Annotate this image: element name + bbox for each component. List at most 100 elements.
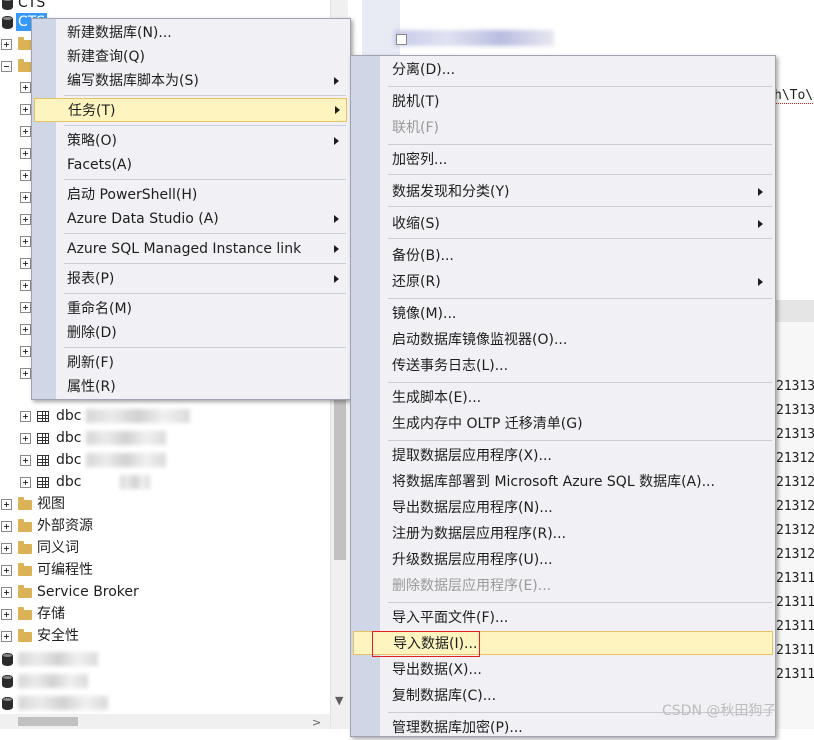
menu-item-oltp-migration-checklist[interactable]: 生成内存中 OLTP 迁移清单(G) bbox=[392, 412, 772, 436]
tree-item-database[interactable] bbox=[0, 670, 320, 692]
menu-item-bring-online[interactable]: 联机(F) bbox=[392, 116, 772, 140]
expand-icon[interactable] bbox=[20, 236, 31, 247]
expand-icon[interactable] bbox=[20, 148, 31, 159]
tree-item-label: 视图 bbox=[37, 496, 65, 512]
expand-icon[interactable] bbox=[1, 565, 12, 576]
expand-icon[interactable] bbox=[1, 499, 12, 510]
menu-item-delete-data-tier-app[interactable]: 删除数据层应用程序(E)... bbox=[392, 574, 772, 598]
menu-item-label: Facets(A) bbox=[67, 157, 132, 173]
expand-icon[interactable] bbox=[20, 82, 31, 93]
expand-icon[interactable] bbox=[20, 455, 31, 466]
expand-icon[interactable] bbox=[20, 258, 31, 269]
scrollbar-thumb[interactable] bbox=[18, 717, 78, 726]
menu-item-shrink[interactable]: 收缩(S) bbox=[392, 212, 772, 236]
folder-icon bbox=[18, 629, 32, 642]
expand-icon[interactable] bbox=[1, 609, 12, 620]
redacted-text bbox=[120, 475, 150, 489]
database-icon bbox=[2, 675, 13, 688]
menu-item-properties[interactable]: 属性(R) bbox=[67, 375, 347, 399]
menu-item-backup[interactable]: 备份(B)... bbox=[392, 244, 772, 268]
expand-icon[interactable] bbox=[20, 368, 31, 379]
table-icon bbox=[37, 433, 49, 444]
menu-item-start-powershell[interactable]: 启动 PowerShell(H) bbox=[67, 183, 347, 207]
menu-item-label: 脱机(T) bbox=[392, 94, 440, 110]
tree-item-table[interactable]: dbc bbox=[20, 405, 320, 427]
menu-item-label: 管理数据库加密(P)... bbox=[392, 720, 523, 736]
menu-item-new-query[interactable]: 新建查询(Q) bbox=[67, 45, 347, 69]
expand-icon[interactable] bbox=[20, 170, 31, 181]
menu-item-label: 策略(O) bbox=[67, 133, 117, 149]
expand-icon[interactable] bbox=[20, 302, 31, 313]
menu-item-export-data[interactable]: 导出数据(X)... bbox=[392, 658, 772, 682]
submenu-arrow-icon bbox=[334, 77, 339, 85]
tree-item-table[interactable]: dbc bbox=[20, 427, 320, 449]
expand-icon[interactable] bbox=[20, 346, 31, 357]
menu-item-rename[interactable]: 重命名(M) bbox=[67, 297, 347, 321]
redacted-text bbox=[18, 652, 98, 666]
menu-separator bbox=[64, 233, 346, 234]
expand-icon[interactable] bbox=[1, 631, 12, 642]
menu-item-data-discovery[interactable]: 数据发现和分类(Y) bbox=[392, 180, 772, 204]
menu-item-tasks[interactable]: 任务(T) bbox=[34, 98, 347, 122]
expand-icon[interactable] bbox=[20, 324, 31, 335]
tree-item-table[interactable]: dbc bbox=[20, 471, 320, 493]
menu-item-import-flat-file[interactable]: 导入平面文件(F)... bbox=[392, 606, 772, 630]
menu-item-facets[interactable]: Facets(A) bbox=[67, 153, 347, 177]
menu-item-label: 注册为数据层应用程序(R)... bbox=[392, 526, 567, 542]
menu-item-label: 启动 PowerShell(H) bbox=[67, 187, 198, 203]
tree-item-label: dbc bbox=[56, 408, 82, 424]
scroll-down-icon[interactable]: ▼ bbox=[335, 694, 343, 707]
menu-item-label: 传送事务日志(L)... bbox=[392, 358, 509, 374]
expand-icon[interactable] bbox=[20, 477, 31, 488]
menu-item-take-offline[interactable]: 脱机(T) bbox=[392, 90, 772, 114]
menu-item-export-data-tier-app[interactable]: 导出数据层应用程序(N)... bbox=[392, 496, 772, 520]
menu-item-upgrade-data-tier-app[interactable]: 升级数据层应用程序(U)... bbox=[392, 548, 772, 572]
expand-icon[interactable] bbox=[1, 521, 12, 532]
menu-item-new-database[interactable]: 新建数据库(N)... bbox=[67, 21, 347, 45]
collapse-icon[interactable] bbox=[1, 61, 12, 72]
tree-item-table[interactable]: dbc bbox=[20, 449, 320, 471]
menu-item-detach[interactable]: 分离(D)... bbox=[392, 58, 772, 82]
expand-icon[interactable] bbox=[1, 543, 12, 554]
menu-separator bbox=[388, 238, 772, 239]
tree-item-label: dbc bbox=[56, 452, 82, 468]
menu-item-azure-data-studio[interactable]: Azure Data Studio (A) bbox=[67, 207, 347, 231]
menu-item-mirroring-monitor[interactable]: 启动数据库镜像监视器(O)... bbox=[392, 328, 772, 352]
expand-icon[interactable] bbox=[20, 411, 31, 422]
collapse-icon[interactable] bbox=[396, 34, 407, 45]
expand-icon[interactable] bbox=[20, 433, 31, 444]
menu-item-ship-transaction-logs[interactable]: 传送事务日志(L)... bbox=[392, 354, 772, 378]
redacted-text bbox=[18, 696, 108, 710]
database-icon bbox=[2, 0, 13, 10]
menu-item-extract-data-tier-app[interactable]: 提取数据层应用程序(X)... bbox=[392, 444, 772, 468]
menu-item-restore[interactable]: 还原(R) bbox=[392, 270, 772, 294]
tree-item-database[interactable] bbox=[0, 648, 320, 670]
expand-icon[interactable] bbox=[20, 126, 31, 137]
tree-item-database[interactable] bbox=[0, 692, 320, 714]
expand-icon[interactable] bbox=[1, 587, 12, 598]
expand-icon[interactable] bbox=[20, 214, 31, 225]
expand-icon[interactable] bbox=[1, 39, 12, 50]
menu-item-deploy-to-azure-sql[interactable]: 将数据库部署到 Microsoft Azure SQL 数据库(A)... bbox=[392, 470, 772, 494]
expand-icon[interactable] bbox=[20, 192, 31, 203]
menu-item-azure-sql-mi-link[interactable]: Azure SQL Managed Instance link bbox=[67, 237, 347, 261]
menu-item-delete[interactable]: 删除(D) bbox=[67, 321, 347, 345]
menu-item-label: 收缩(S) bbox=[392, 216, 440, 232]
tree-item-label: 同义词 bbox=[37, 540, 79, 556]
expand-icon[interactable] bbox=[20, 104, 31, 115]
menu-item-policies[interactable]: 策略(O) bbox=[67, 129, 347, 153]
menu-item-encrypt-columns[interactable]: 加密列... bbox=[392, 148, 772, 172]
watermark: CSDN @秋田狗子 bbox=[662, 703, 777, 719]
menu-item-register-data-tier-app[interactable]: 注册为数据层应用程序(R)... bbox=[392, 522, 772, 546]
menu-item-generate-scripts[interactable]: 生成脚本(E)... bbox=[392, 386, 772, 410]
scroll-right-icon[interactable]: > bbox=[312, 716, 321, 729]
menu-separator bbox=[388, 86, 772, 87]
tree-item-label: 外部资源 bbox=[37, 518, 93, 534]
expand-icon[interactable] bbox=[20, 280, 31, 291]
horizontal-scrollbar[interactable]: > bbox=[0, 714, 330, 729]
menu-item-refresh[interactable]: 刷新(F) bbox=[67, 351, 347, 375]
menu-item-script-database-as[interactable]: 编写数据库脚本为(S) bbox=[67, 69, 347, 93]
menu-item-label: 联机(F) bbox=[392, 120, 439, 136]
menu-item-mirror[interactable]: 镜像(M)... bbox=[392, 302, 772, 326]
menu-item-reports[interactable]: 报表(P) bbox=[67, 267, 347, 291]
